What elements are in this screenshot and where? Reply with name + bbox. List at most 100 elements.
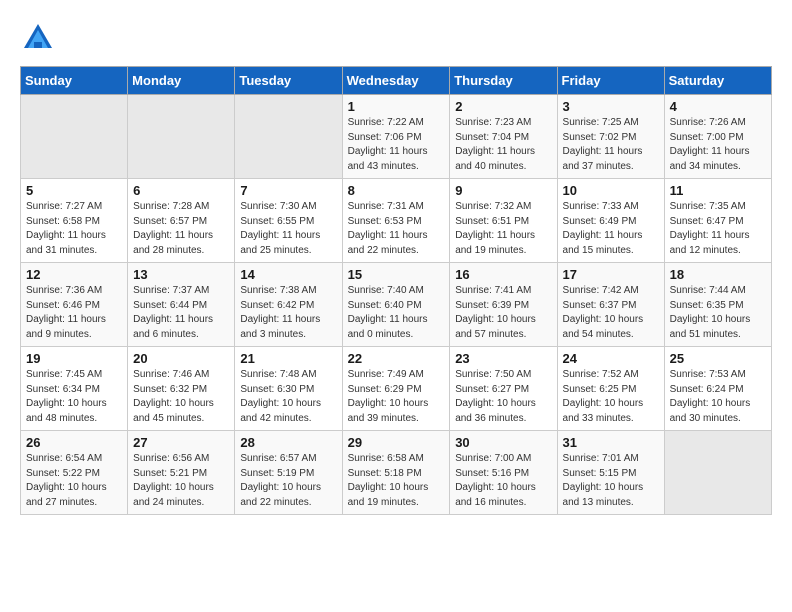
day-info: Sunrise: 7:52 AM Sunset: 6:25 PM Dayligh… (563, 368, 659, 426)
calendar-cell: 2 Sunrise: 7:23 AM Sunset: 7:04 PM Daylig… (450, 95, 557, 179)
day-number: 13 (133, 267, 229, 282)
day-number: 27 (133, 435, 229, 450)
day-number: 6 (133, 183, 229, 198)
calendar-cell (664, 431, 771, 515)
day-info: Sunrise: 7:01 AM Sunset: 5:15 PM Dayligh… (563, 452, 659, 510)
day-number: 12 (26, 267, 122, 282)
calendar-cell: 14 Sunrise: 7:38 AM Sunset: 6:42 PM Dayli… (235, 263, 342, 347)
weekday-header: Thursday (450, 67, 557, 95)
day-number: 8 (348, 183, 445, 198)
day-info: Sunrise: 7:33 AM Sunset: 6:49 PM Dayligh… (563, 200, 659, 258)
calendar-cell: 29 Sunrise: 6:58 AM Sunset: 5:18 PM Dayli… (342, 431, 450, 515)
day-number: 4 (670, 99, 766, 114)
calendar-cell: 13 Sunrise: 7:37 AM Sunset: 6:44 PM Dayli… (128, 263, 235, 347)
calendar-cell: 20 Sunrise: 7:46 AM Sunset: 6:32 PM Dayli… (128, 347, 235, 431)
day-number: 16 (455, 267, 551, 282)
day-info: Sunrise: 7:44 AM Sunset: 6:35 PM Dayligh… (670, 284, 766, 342)
calendar-cell: 12Sunrise: 7:36 AM Sunset: 6:46 PM Dayli… (21, 263, 128, 347)
day-info: Sunrise: 7:26 AM Sunset: 7:00 PM Dayligh… (670, 116, 766, 174)
day-number: 17 (563, 267, 659, 282)
day-number: 20 (133, 351, 229, 366)
day-info: Sunrise: 7:42 AM Sunset: 6:37 PM Dayligh… (563, 284, 659, 342)
calendar-cell: 11 Sunrise: 7:35 AM Sunset: 6:47 PM Dayli… (664, 179, 771, 263)
calendar-cell (235, 95, 342, 179)
day-info: Sunrise: 7:46 AM Sunset: 6:32 PM Dayligh… (133, 368, 229, 426)
logo-icon (20, 20, 56, 56)
calendar-cell: 4 Sunrise: 7:26 AM Sunset: 7:00 PM Daylig… (664, 95, 771, 179)
day-info: Sunrise: 7:49 AM Sunset: 6:29 PM Dayligh… (348, 368, 445, 426)
day-info: Sunrise: 7:25 AM Sunset: 7:02 PM Dayligh… (563, 116, 659, 174)
calendar-week-row: 1 Sunrise: 7:22 AM Sunset: 7:06 PM Daylig… (21, 95, 772, 179)
day-info: Sunrise: 7:00 AM Sunset: 5:16 PM Dayligh… (455, 452, 551, 510)
weekday-header: Wednesday (342, 67, 450, 95)
day-number: 9 (455, 183, 551, 198)
day-number: 19 (26, 351, 122, 366)
weekday-header: Monday (128, 67, 235, 95)
day-info: Sunrise: 7:31 AM Sunset: 6:53 PM Dayligh… (348, 200, 445, 258)
day-info: Sunrise: 6:58 AM Sunset: 5:18 PM Dayligh… (348, 452, 445, 510)
weekday-header: Tuesday (235, 67, 342, 95)
day-info: Sunrise: 7:35 AM Sunset: 6:47 PM Dayligh… (670, 200, 766, 258)
calendar-cell: 22Sunrise: 7:49 AM Sunset: 6:29 PM Dayli… (342, 347, 450, 431)
calendar-cell: 10 Sunrise: 7:33 AM Sunset: 6:49 PM Dayli… (557, 179, 664, 263)
calendar-cell: 5Sunrise: 7:27 AM Sunset: 6:58 PM Daylig… (21, 179, 128, 263)
calendar-week-row: 12Sunrise: 7:36 AM Sunset: 6:46 PM Dayli… (21, 263, 772, 347)
weekday-header: Sunday (21, 67, 128, 95)
calendar-week-row: 5Sunrise: 7:27 AM Sunset: 6:58 PM Daylig… (21, 179, 772, 263)
day-info: Sunrise: 7:53 AM Sunset: 6:24 PM Dayligh… (670, 368, 766, 426)
calendar-cell (128, 95, 235, 179)
day-info: Sunrise: 7:50 AM Sunset: 6:27 PM Dayligh… (455, 368, 551, 426)
calendar-cell: 28 Sunrise: 6:57 AM Sunset: 5:19 PM Dayli… (235, 431, 342, 515)
calendar-cell: 27 Sunrise: 6:56 AM Sunset: 5:21 PM Dayli… (128, 431, 235, 515)
day-number: 26 (26, 435, 122, 450)
day-info: Sunrise: 7:45 AM Sunset: 6:34 PM Dayligh… (26, 368, 122, 426)
calendar-cell: 6 Sunrise: 7:28 AM Sunset: 6:57 PM Daylig… (128, 179, 235, 263)
day-number: 29 (348, 435, 445, 450)
day-info: Sunrise: 7:38 AM Sunset: 6:42 PM Dayligh… (240, 284, 336, 342)
day-number: 28 (240, 435, 336, 450)
page-header (20, 20, 772, 56)
calendar-cell: 18Sunrise: 7:44 AM Sunset: 6:35 PM Dayli… (664, 263, 771, 347)
calendar-cell: 30Sunrise: 7:00 AM Sunset: 5:16 PM Dayli… (450, 431, 557, 515)
calendar-cell: 15 Sunrise: 7:40 AM Sunset: 6:40 PM Dayli… (342, 263, 450, 347)
calendar-table: SundayMondayTuesdayWednesdayThursdayFrid… (20, 66, 772, 515)
calendar-cell: 8 Sunrise: 7:31 AM Sunset: 6:53 PM Daylig… (342, 179, 450, 263)
day-info: Sunrise: 7:27 AM Sunset: 6:58 PM Dayligh… (26, 200, 122, 258)
calendar-cell (21, 95, 128, 179)
day-info: Sunrise: 6:54 AM Sunset: 5:22 PM Dayligh… (26, 452, 122, 510)
calendar-cell: 24 Sunrise: 7:52 AM Sunset: 6:25 PM Dayli… (557, 347, 664, 431)
day-info: Sunrise: 7:22 AM Sunset: 7:06 PM Dayligh… (348, 116, 445, 174)
calendar-cell: 25Sunrise: 7:53 AM Sunset: 6:24 PM Dayli… (664, 347, 771, 431)
day-info: Sunrise: 6:57 AM Sunset: 5:19 PM Dayligh… (240, 452, 336, 510)
calendar-week-row: 19 Sunrise: 7:45 AM Sunset: 6:34 PM Dayli… (21, 347, 772, 431)
day-number: 10 (563, 183, 659, 198)
day-number: 1 (348, 99, 445, 114)
day-number: 31 (563, 435, 659, 450)
weekday-header-row: SundayMondayTuesdayWednesdayThursdayFrid… (21, 67, 772, 95)
calendar-cell: 19 Sunrise: 7:45 AM Sunset: 6:34 PM Dayli… (21, 347, 128, 431)
day-number: 3 (563, 99, 659, 114)
weekday-header: Friday (557, 67, 664, 95)
day-info: Sunrise: 7:37 AM Sunset: 6:44 PM Dayligh… (133, 284, 229, 342)
day-number: 14 (240, 267, 336, 282)
day-info: Sunrise: 6:56 AM Sunset: 5:21 PM Dayligh… (133, 452, 229, 510)
logo (20, 20, 60, 56)
day-number: 11 (670, 183, 766, 198)
day-info: Sunrise: 7:48 AM Sunset: 6:30 PM Dayligh… (240, 368, 336, 426)
day-number: 2 (455, 99, 551, 114)
day-info: Sunrise: 7:32 AM Sunset: 6:51 PM Dayligh… (455, 200, 551, 258)
day-info: Sunrise: 7:40 AM Sunset: 6:40 PM Dayligh… (348, 284, 445, 342)
day-number: 15 (348, 267, 445, 282)
calendar-cell: 26 Sunrise: 6:54 AM Sunset: 5:22 PM Dayli… (21, 431, 128, 515)
day-number: 23 (455, 351, 551, 366)
calendar-cell: 1 Sunrise: 7:22 AM Sunset: 7:06 PM Daylig… (342, 95, 450, 179)
day-info: Sunrise: 7:41 AM Sunset: 6:39 PM Dayligh… (455, 284, 551, 342)
day-info: Sunrise: 7:23 AM Sunset: 7:04 PM Dayligh… (455, 116, 551, 174)
day-info: Sunrise: 7:30 AM Sunset: 6:55 PM Dayligh… (240, 200, 336, 258)
day-number: 24 (563, 351, 659, 366)
day-info: Sunrise: 7:28 AM Sunset: 6:57 PM Dayligh… (133, 200, 229, 258)
calendar-cell: 16 Sunrise: 7:41 AM Sunset: 6:39 PM Dayli… (450, 263, 557, 347)
calendar-cell: 7Sunrise: 7:30 AM Sunset: 6:55 PM Daylig… (235, 179, 342, 263)
calendar-cell: 21Sunrise: 7:48 AM Sunset: 6:30 PM Dayli… (235, 347, 342, 431)
calendar-cell: 9 Sunrise: 7:32 AM Sunset: 6:51 PM Daylig… (450, 179, 557, 263)
